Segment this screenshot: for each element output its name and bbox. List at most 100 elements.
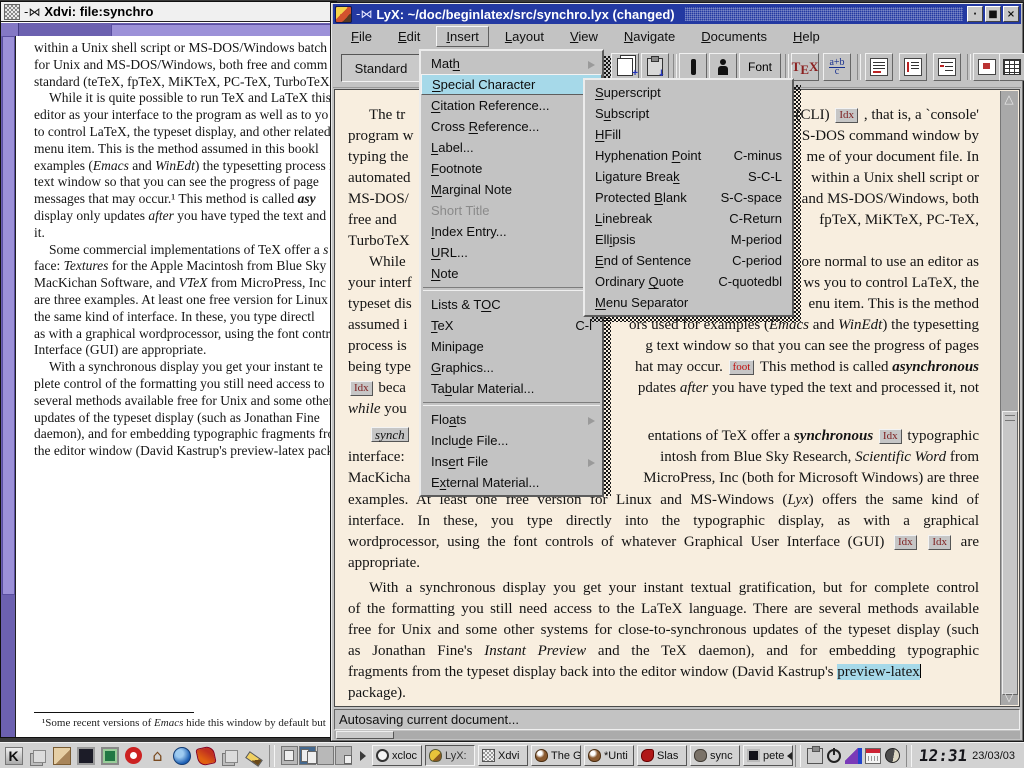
index-inset-button[interactable]: Idx bbox=[879, 429, 902, 444]
pager-desktop-3[interactable] bbox=[317, 746, 334, 765]
menu-item[interactable]: Cross Reference... bbox=[421, 116, 602, 137]
menu-item[interactable]: Floats bbox=[421, 409, 602, 430]
menu-item[interactable]: Ligature BreakS-C-L bbox=[585, 166, 792, 187]
menu-item[interactable]: Short Title bbox=[421, 200, 602, 221]
digital-clock[interactable]: 12:31 bbox=[918, 746, 968, 765]
task-button-unti[interactable]: *Unti bbox=[584, 745, 634, 766]
xdvi-vertical-scrollbar[interactable] bbox=[1, 36, 16, 737]
desktop-pager[interactable] bbox=[281, 746, 352, 765]
footnote-inset-button[interactable]: foot bbox=[729, 360, 755, 375]
menu-item[interactable]: Hyphenation PointC-minus bbox=[585, 145, 792, 166]
menu-item[interactable]: Citation Reference... bbox=[421, 95, 602, 116]
kcontrol-icon[interactable] bbox=[98, 745, 121, 767]
task-button-pete[interactable]: pete bbox=[743, 745, 793, 766]
emphasis-button[interactable] bbox=[679, 53, 707, 81]
menu-item[interactable]: Tabular Material... bbox=[421, 378, 602, 399]
task-button-xdvi[interactable]: Xdvi bbox=[478, 745, 528, 766]
desktop-icon[interactable] bbox=[50, 745, 73, 767]
menu-item[interactable]: Minipage bbox=[421, 336, 602, 357]
menu-view[interactable]: View bbox=[560, 26, 608, 47]
paste-button[interactable] bbox=[641, 53, 669, 81]
menu-file[interactable]: File bbox=[341, 26, 382, 47]
task-button-xcloc[interactable]: xcloc bbox=[372, 745, 422, 766]
menu-item[interactable]: EllipsisM-period bbox=[585, 229, 792, 250]
home-icon[interactable]: ⌂ bbox=[146, 745, 169, 767]
math-editor-button[interactable]: a+bc bbox=[823, 53, 851, 81]
xdvi-titlebar[interactable]: -⋈ Xdvi: file:synchro bbox=[1, 2, 336, 22]
menu-item[interactable]: External Material... bbox=[421, 472, 602, 493]
menu-item[interactable]: Lists & TOC bbox=[421, 294, 602, 315]
window-list2-icon[interactable] bbox=[218, 745, 241, 767]
scroll-up-icon[interactable]: △ bbox=[1001, 91, 1017, 107]
pager-desktop-2[interactable] bbox=[299, 746, 316, 765]
taskbar-date[interactable]: 23/03/03 bbox=[972, 750, 1015, 762]
k-menu-icon[interactable]: K bbox=[2, 745, 25, 767]
kpaint-icon[interactable] bbox=[845, 748, 861, 764]
menu-documents[interactable]: Documents bbox=[691, 26, 777, 47]
depth-button[interactable] bbox=[933, 53, 961, 81]
scroll-down-icon[interactable]: ▽ bbox=[1001, 689, 1017, 705]
pin-icon[interactable]: -⋈ bbox=[24, 5, 40, 19]
window-list-icon[interactable] bbox=[26, 745, 49, 767]
korganizer-icon[interactable] bbox=[865, 748, 881, 764]
menu-item[interactable]: Label... bbox=[421, 137, 602, 158]
help-icon[interactable] bbox=[122, 745, 145, 767]
menu-item[interactable]: URL... bbox=[421, 242, 602, 263]
pager-desktop-4[interactable] bbox=[335, 746, 352, 765]
layout-combo[interactable]: Standard bbox=[341, 54, 421, 82]
xdvi-horizontal-scrollbar[interactable] bbox=[1, 23, 336, 37]
font-dialog-button[interactable]: Font bbox=[739, 53, 781, 81]
menu-item[interactable]: Math bbox=[421, 53, 602, 74]
xdvi-window-icon[interactable] bbox=[4, 4, 20, 20]
index-inset-button[interactable]: Idx bbox=[350, 381, 373, 396]
close-button[interactable]: × bbox=[1003, 6, 1019, 22]
hscrollbar-thumb[interactable] bbox=[336, 731, 394, 739]
menu-item[interactable]: Note bbox=[421, 263, 602, 284]
menu-help[interactable]: Help bbox=[783, 26, 830, 47]
menu-item[interactable]: TeXC-l bbox=[421, 315, 602, 336]
menu-item[interactable]: Menu Separator bbox=[585, 292, 792, 313]
menu-insert[interactable]: Insert bbox=[436, 26, 489, 47]
document-hscrollbar[interactable] bbox=[334, 731, 1020, 739]
kwrite-icon[interactable] bbox=[242, 745, 265, 767]
task-button-slas[interactable]: Slas bbox=[637, 745, 687, 766]
menu-navigate[interactable]: Navigate bbox=[614, 26, 685, 47]
footnote-button[interactable] bbox=[865, 53, 893, 81]
marginpar-button[interactable] bbox=[899, 53, 927, 81]
noun-button[interactable] bbox=[709, 53, 737, 81]
lyx-titlebar[interactable]: -⋈ LyX: ~/doc/beginlatex/src/synchro.lyx… bbox=[333, 4, 1021, 24]
konsole-icon[interactable] bbox=[74, 745, 97, 767]
document-scrollbar[interactable]: △ ▽ bbox=[1000, 91, 1018, 705]
menu-item[interactable]: Include File... bbox=[421, 430, 602, 451]
maximize-button[interactable]: ■ bbox=[985, 6, 1001, 22]
index-inset-button[interactable]: Idx bbox=[835, 108, 858, 123]
konqueror-icon[interactable] bbox=[170, 745, 193, 767]
index-inset-button[interactable]: Idx bbox=[894, 535, 917, 550]
task-scroll-icon[interactable] bbox=[360, 751, 366, 761]
pin-icon[interactable]: -⋈ bbox=[356, 7, 372, 21]
klipper-icon[interactable] bbox=[807, 748, 823, 764]
logout-icon[interactable] bbox=[827, 749, 841, 763]
kmoon-icon[interactable] bbox=[885, 748, 900, 763]
menu-item[interactable]: Subscript bbox=[585, 103, 792, 124]
index-inset-button[interactable]: Idx bbox=[928, 535, 951, 550]
menu-item[interactable]: Special Character bbox=[421, 74, 602, 95]
pager-desktop-1[interactable] bbox=[281, 746, 298, 765]
kmail-icon[interactable] bbox=[194, 745, 217, 767]
tex-mode-button[interactable]: TEX bbox=[791, 53, 819, 81]
menu-layout[interactable]: Layout bbox=[495, 26, 554, 47]
lyx-window-icon[interactable] bbox=[335, 6, 352, 23]
menu-item[interactable]: Graphics... bbox=[421, 357, 602, 378]
scrollbar-thumb[interactable] bbox=[1002, 411, 1018, 695]
menu-item[interactable]: HFill bbox=[585, 124, 792, 145]
menu-item[interactable]: LinebreakC-Return bbox=[585, 208, 792, 229]
menu-item[interactable]: Insert File bbox=[421, 451, 602, 472]
menu-edit[interactable]: Edit bbox=[388, 26, 430, 47]
menu-item[interactable]: Ordinary QuoteC-quotedbl bbox=[585, 271, 792, 292]
copy-button[interactable] bbox=[611, 53, 639, 81]
insert-figure-button[interactable] bbox=[973, 53, 1001, 81]
task-button-sync[interactable]: sync bbox=[690, 745, 740, 766]
menu-item[interactable]: Marginal Note bbox=[421, 179, 602, 200]
xdvi-vscroll-thumb[interactable] bbox=[2, 36, 15, 595]
menu-item[interactable]: End of SentenceC-period bbox=[585, 250, 792, 271]
